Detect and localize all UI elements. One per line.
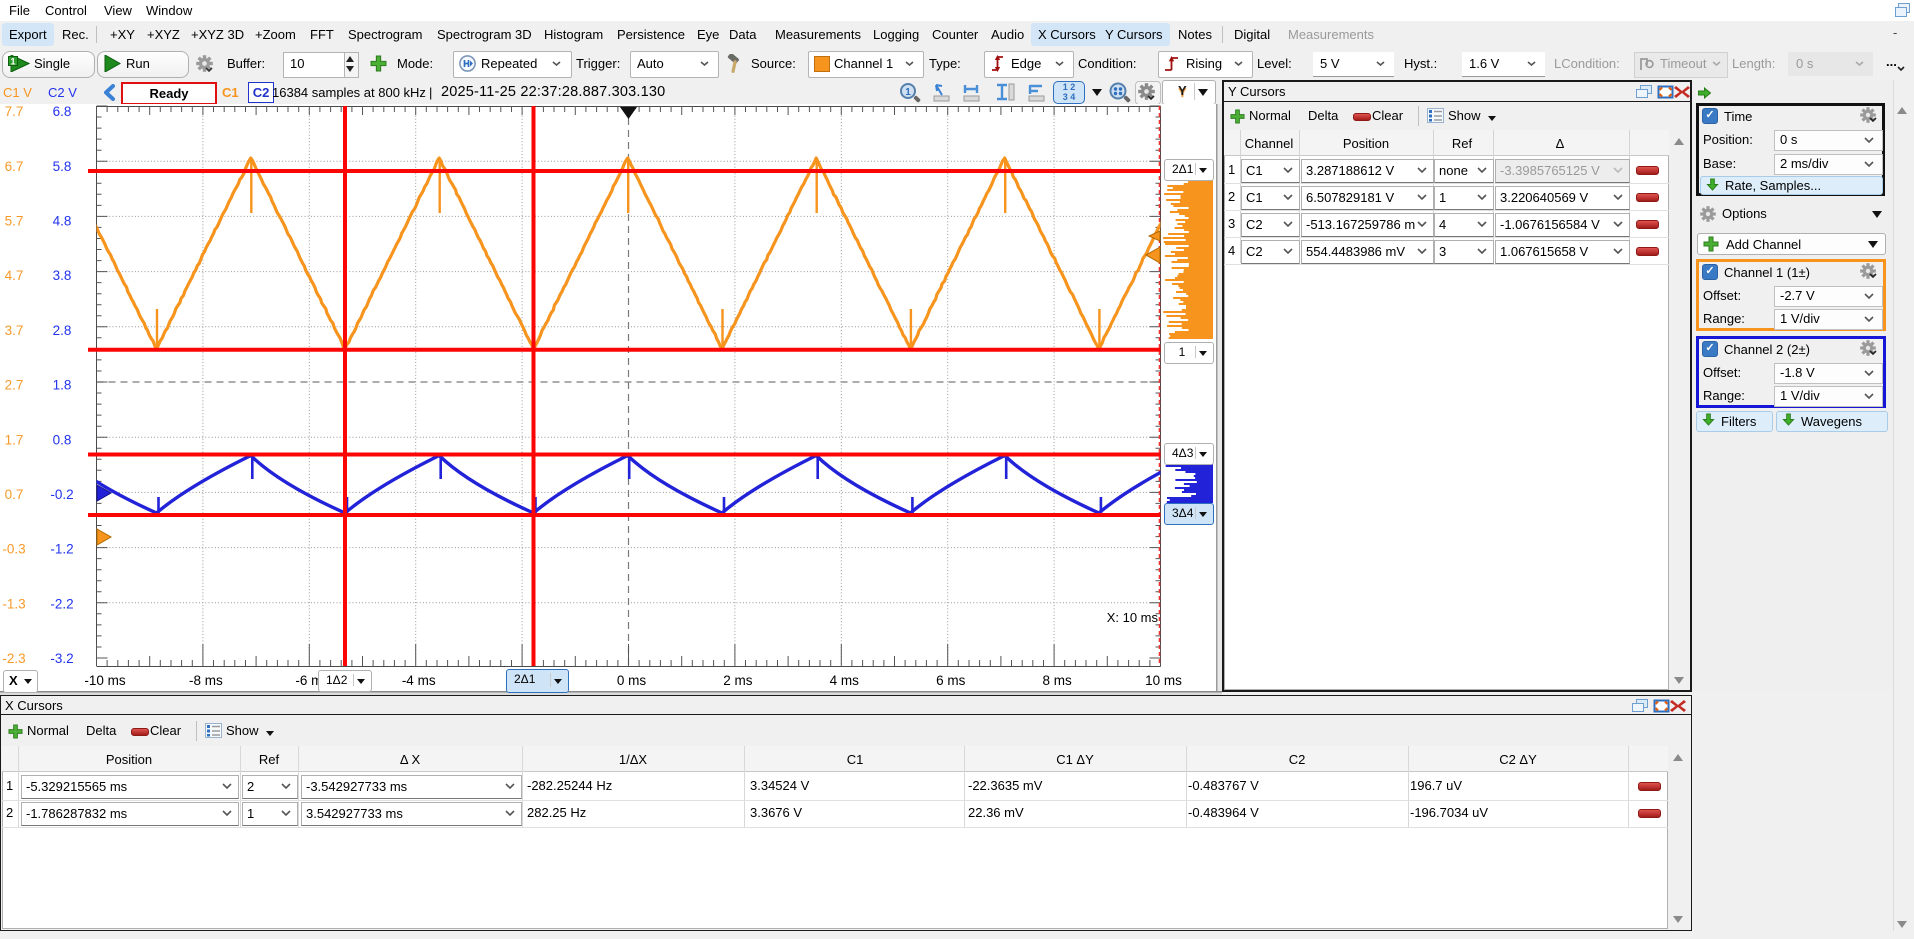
- svg-text:-1.3: -1.3: [2, 596, 25, 611]
- svg-text:-10 ms: -10 ms: [84, 673, 126, 688]
- svg-text:6 ms: 6 ms: [936, 673, 966, 688]
- svg-text:-2.2: -2.2: [50, 596, 73, 611]
- svg-text:1.7: 1.7: [5, 432, 24, 447]
- svg-text:-4 ms: -4 ms: [402, 673, 436, 688]
- svg-text:2 ms: 2 ms: [723, 673, 753, 688]
- svg-text:0 ms: 0 ms: [617, 673, 647, 688]
- svg-text:5.8: 5.8: [53, 159, 72, 174]
- svg-text:-8 ms: -8 ms: [189, 673, 223, 688]
- svg-text:1.8: 1.8: [53, 378, 72, 393]
- svg-text:8 ms: 8 ms: [1042, 673, 1072, 688]
- svg-text:4.8: 4.8: [53, 213, 72, 228]
- svg-text:-3.2: -3.2: [50, 651, 73, 666]
- svg-text:7.7: 7.7: [5, 104, 24, 119]
- svg-text:4 ms: 4 ms: [830, 673, 860, 688]
- svg-text:3.7: 3.7: [5, 323, 24, 338]
- svg-text:-0.3: -0.3: [2, 542, 25, 557]
- svg-text:1: 1: [10, 57, 15, 67]
- svg-text:2.8: 2.8: [53, 323, 72, 338]
- svg-text:-2.3: -2.3: [2, 651, 25, 666]
- svg-text:3.8: 3.8: [53, 268, 72, 283]
- svg-text:-1.2: -1.2: [50, 542, 73, 557]
- svg-text:5.7: 5.7: [5, 213, 24, 228]
- svg-text:4.7: 4.7: [5, 268, 24, 283]
- svg-text:6.7: 6.7: [5, 159, 24, 174]
- svg-text:X: 10 ms: X: 10 ms: [1107, 610, 1159, 625]
- svg-text:0.7: 0.7: [5, 487, 24, 502]
- svg-text:-0.2: -0.2: [50, 487, 73, 502]
- svg-text:6.8: 6.8: [53, 104, 72, 119]
- svg-text:0.8: 0.8: [53, 432, 72, 447]
- svg-text:1: 1: [905, 87, 911, 98]
- svg-text:10 ms: 10 ms: [1145, 673, 1182, 688]
- svg-text:2.7: 2.7: [5, 378, 24, 393]
